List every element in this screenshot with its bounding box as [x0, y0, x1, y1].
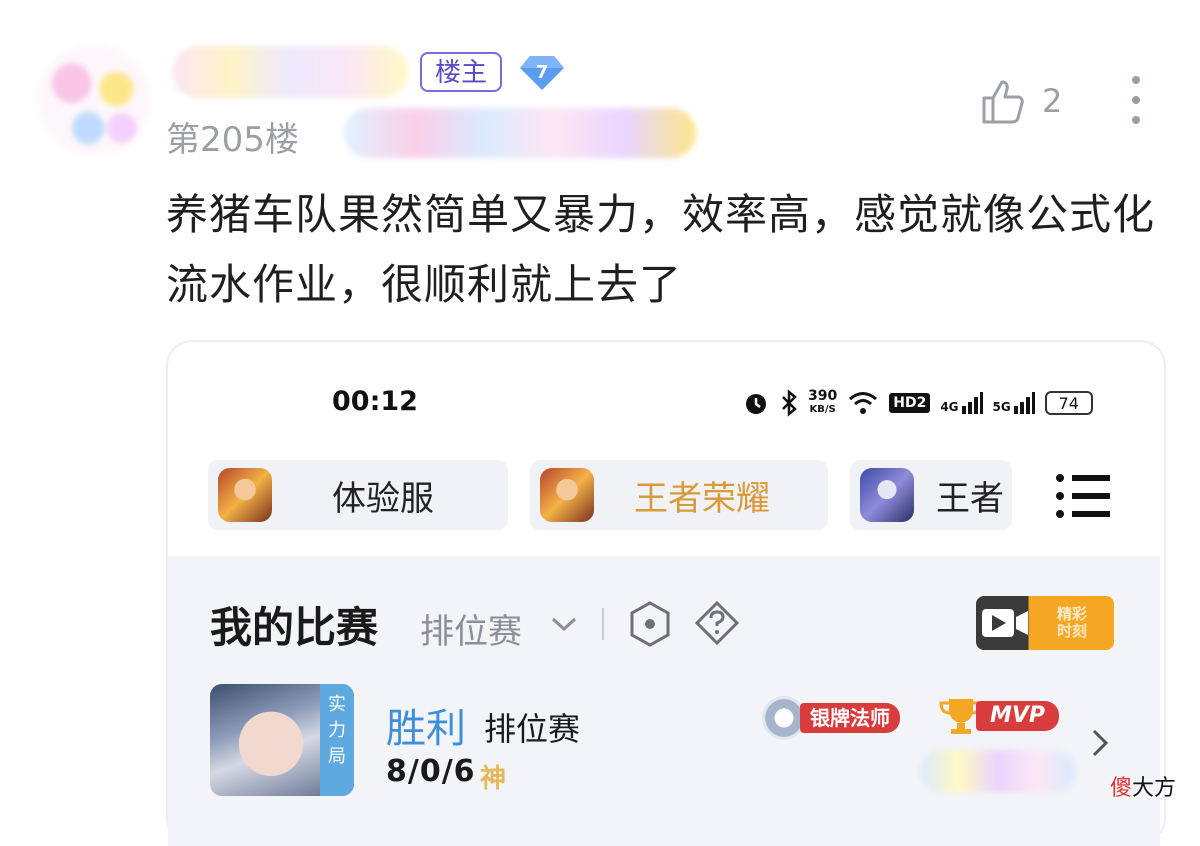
match-kda: 8/0/6: [386, 754, 476, 789]
chevron-right-icon[interactable]: [1088, 726, 1112, 760]
game-app-icon: [860, 468, 914, 522]
list-menu-icon: [1056, 474, 1110, 518]
hero-portrait[interactable]: 实力局: [210, 684, 354, 796]
host-badge: 楼主: [420, 52, 502, 92]
game-app-icon: [540, 468, 594, 522]
post-content: 养猪车队果然简单又暴力，效率高，感觉就像公式化流水作业，很顺利就上去了: [166, 190, 1156, 309]
tab-honor-of-kings-2[interactable]: 王者: [850, 460, 1012, 530]
user-avatar[interactable]: [38, 44, 150, 156]
match-result: 胜利: [386, 706, 466, 752]
level-badge: 7: [518, 52, 566, 92]
signal-4g: 4G: [940, 392, 983, 414]
signal-bars-icon: [961, 392, 983, 414]
alarm-icon: [746, 394, 766, 414]
hero-tag: 实力局: [320, 684, 354, 796]
watermark: 傻大方: [1110, 776, 1177, 801]
help-icon[interactable]: [694, 600, 740, 646]
vertical-dots-icon: [1132, 76, 1140, 124]
mvp-badge: MVP: [938, 696, 1060, 736]
blurred-info: [920, 750, 1076, 792]
diamond-level-icon: 7: [520, 56, 564, 90]
thumbs-up-icon: [982, 80, 1024, 124]
section-title: 我的比赛: [210, 603, 379, 652]
game-app-icon: [218, 468, 272, 522]
silver-mage-badge: 银牌法师: [762, 696, 900, 740]
signal-5g: 5G: [993, 392, 1035, 414]
blurred-username[interactable]: [172, 46, 408, 98]
net-speed: 390 KB/S: [808, 388, 838, 415]
match-mode: 排位赛: [484, 710, 581, 748]
hexagon-settings-icon[interactable]: [628, 600, 672, 648]
wifi-icon: [849, 392, 878, 414]
battery-indicator: 74: [1044, 391, 1093, 415]
status-icons: 390 KB/S HD2 4G 5G 74: [742, 386, 1093, 420]
signal-bars-icon: [1013, 392, 1035, 414]
mode-selector[interactable]: 排位赛: [420, 604, 522, 653]
status-time: 00:12: [332, 386, 418, 417]
highlights-button[interactable]: 精彩时刻: [976, 596, 1114, 650]
tab-experience-server[interactable]: 体验服: [208, 460, 508, 530]
match-grade: 神: [480, 764, 507, 794]
svg-text:7: 7: [536, 62, 549, 83]
video-camera-icon: [982, 609, 1028, 637]
like-button[interactable]: [978, 76, 1028, 126]
menu-button[interactable]: [1054, 470, 1112, 522]
divider: [602, 608, 604, 640]
floor-number: 第205楼: [166, 120, 299, 160]
more-options-button[interactable]: [1126, 74, 1146, 126]
bluetooth-icon: [782, 389, 797, 417]
chevron-down-icon[interactable]: [550, 612, 578, 636]
like-count: 2: [1042, 82, 1063, 120]
tab-honor-of-kings[interactable]: 王者荣耀: [530, 460, 828, 530]
hd-badge: HD2: [889, 393, 931, 413]
blurred-user-tags: [344, 108, 696, 158]
